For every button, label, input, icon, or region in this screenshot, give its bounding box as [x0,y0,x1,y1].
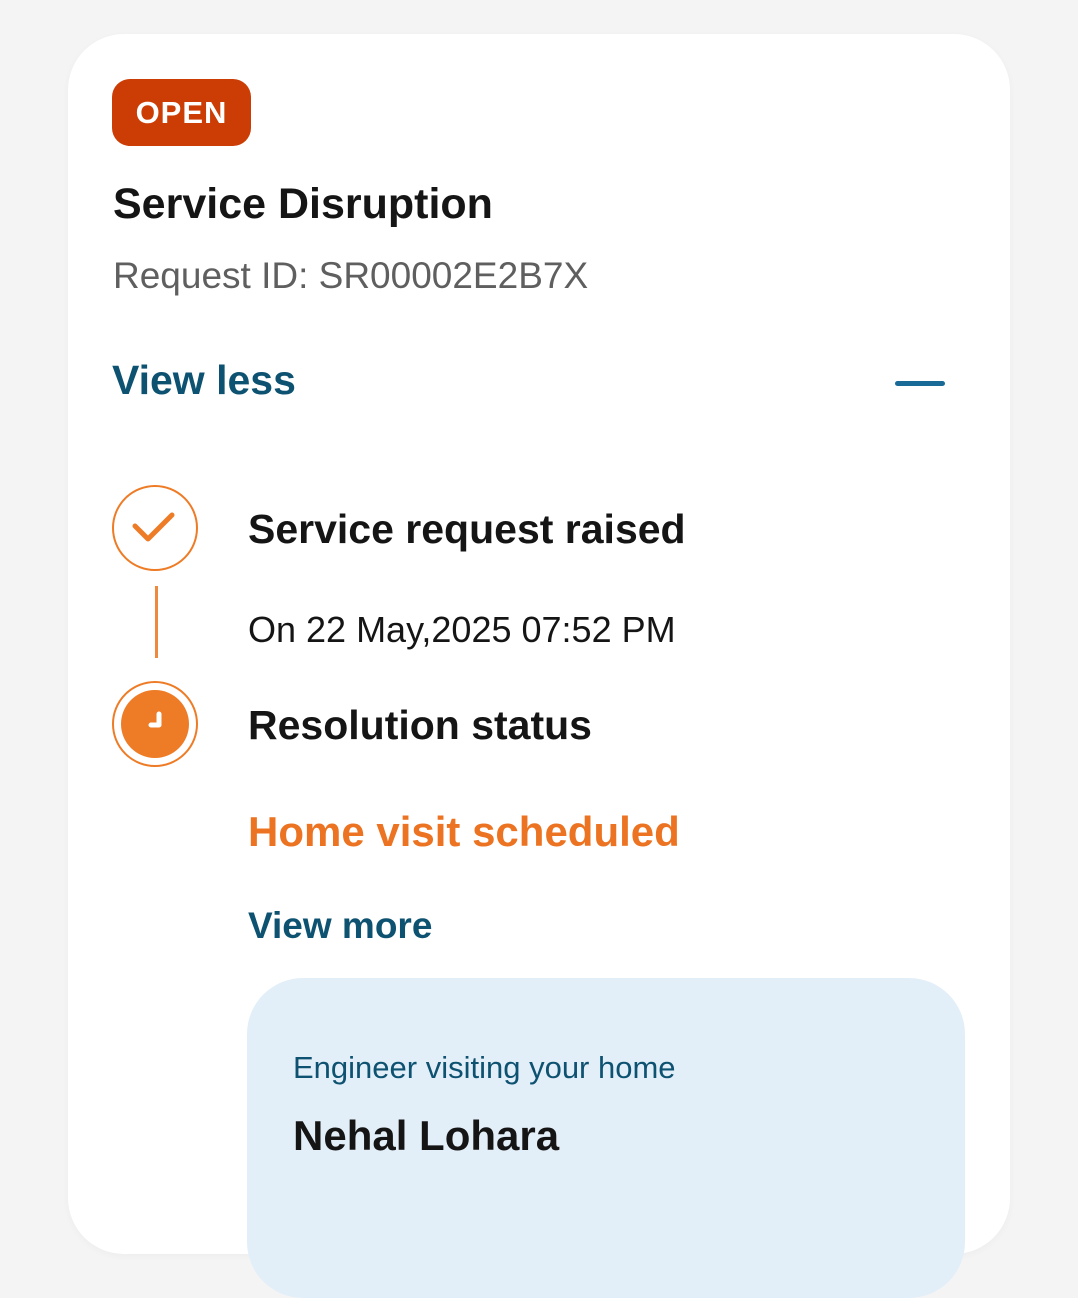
step-title-resolution-status: Resolution status [248,702,592,748]
view-more-link[interactable]: View more [248,905,432,947]
step-completed-indicator [112,485,198,571]
service-request-card: OPEN Service Disruption Request ID: SR00… [68,34,1010,1298]
minus-icon[interactable] [894,358,946,410]
engineer-label: Engineer visiting your home [293,1050,676,1085]
resolution-status-value: Home visit scheduled [248,808,680,855]
view-less-link[interactable]: View less [112,357,296,404]
request-id: Request ID: SR00002E2B7X [113,255,589,296]
clock-icon [121,690,189,758]
request-title: Service Disruption [113,180,493,228]
check-icon [132,512,175,542]
status-badge: OPEN [112,79,251,146]
engineer-name: Nehal Lohara [293,1112,560,1159]
step-title-request-raised: Service request raised [248,506,686,552]
engineer-info-panel: Engineer visiting your home Nehal Lohara [247,978,965,1298]
step-date: On 22 May,2025 07:52 PM [248,609,676,650]
timeline-connector [155,586,158,658]
step-pending-indicator [112,681,198,767]
